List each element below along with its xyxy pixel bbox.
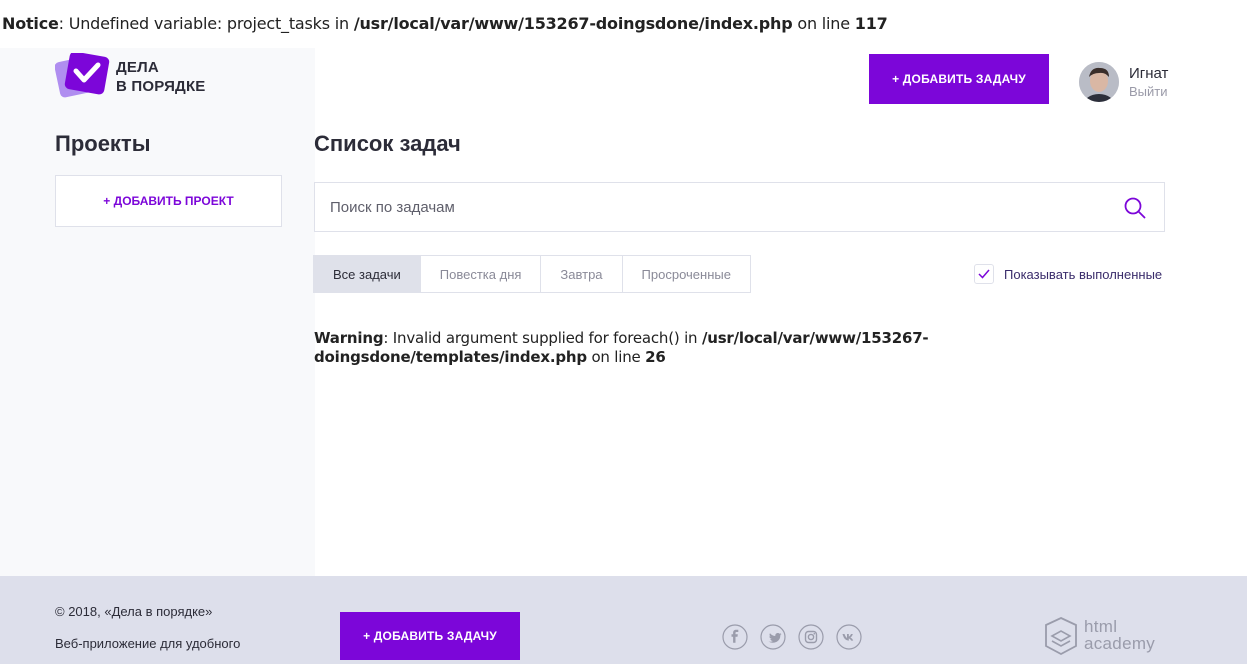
html-academy-logo[interactable]: html academy bbox=[1044, 616, 1169, 658]
site-logo[interactable]: Дела в порядке bbox=[55, 53, 215, 99]
php-notice: Notice: Undefined variable: project_task… bbox=[2, 14, 888, 33]
footer-add-task-button[interactable]: + Добавить задачу bbox=[340, 612, 520, 660]
filter-tomorrow[interactable]: Завтра bbox=[540, 256, 622, 292]
php-warning: Warning: Invalid argument supplied for f… bbox=[314, 329, 954, 367]
notice-path: /usr/local/var/www/153267-doingsdone/ind… bbox=[353, 14, 793, 33]
footer-description: Веб-приложение для удобного bbox=[55, 636, 241, 651]
show-completed-toggle[interactable]: Показывать выполненные bbox=[974, 264, 1162, 284]
filter-agenda[interactable]: Повестка дня bbox=[419, 256, 541, 292]
projects-heading: Проекты bbox=[55, 131, 151, 156]
html-academy-text: html academy bbox=[1084, 618, 1155, 652]
warning-on-line: on line bbox=[586, 348, 646, 366]
user-name: Игнат bbox=[1129, 65, 1169, 82]
html-academy-icon bbox=[1045, 617, 1077, 656]
warning-line-number: 26 bbox=[645, 348, 666, 366]
filter-overdue[interactable]: Просроченные bbox=[621, 256, 750, 292]
notice-label: Notice bbox=[2, 14, 59, 33]
header-add-task-button[interactable]: + Добавить задачу bbox=[869, 54, 1049, 104]
add-project-button[interactable]: + Добавить проект bbox=[55, 175, 282, 227]
notice-on-line: on line bbox=[792, 14, 855, 33]
logo-check-icon bbox=[55, 53, 110, 98]
logo-line-2: в порядке bbox=[116, 78, 206, 95]
tasks-heading: Список задач bbox=[314, 131, 461, 156]
logout-link[interactable]: Выйти bbox=[1129, 84, 1168, 99]
notice-line-number: 117 bbox=[854, 14, 888, 33]
footer-copyright: © 2018, «Дела в порядке» bbox=[55, 604, 213, 619]
vk-icon[interactable] bbox=[836, 624, 862, 650]
logo-line-1: Дела bbox=[116, 59, 159, 76]
sidebar-background bbox=[0, 48, 315, 576]
html-academy-line-1: html bbox=[1084, 617, 1118, 636]
warning-label: Warning bbox=[314, 329, 384, 347]
instagram-icon[interactable] bbox=[798, 624, 824, 650]
filter-all-tasks[interactable]: Все задачи bbox=[314, 256, 420, 292]
warning-message: : Invalid argument supplied for foreach(… bbox=[383, 329, 702, 347]
show-completed-label: Показывать выполненные bbox=[1004, 266, 1163, 282]
logo-text: Дела в порядке bbox=[116, 58, 206, 96]
html-academy-line-2: academy bbox=[1084, 634, 1156, 653]
twitter-icon[interactable] bbox=[760, 624, 786, 650]
user-photo-icon bbox=[1079, 62, 1119, 102]
facebook-icon[interactable] bbox=[722, 624, 748, 650]
task-search bbox=[314, 182, 1165, 232]
show-completed-checkbox[interactable] bbox=[974, 264, 994, 284]
notice-message: : Undefined variable: project_tasks in bbox=[58, 14, 354, 33]
task-filter-tabs: Все задачи Повестка дня Завтра Просрочен… bbox=[313, 255, 751, 293]
search-input[interactable] bbox=[315, 183, 1120, 231]
checkmark-icon bbox=[978, 269, 990, 279]
avatar[interactable] bbox=[1079, 62, 1119, 102]
search-icon[interactable] bbox=[1124, 197, 1146, 219]
